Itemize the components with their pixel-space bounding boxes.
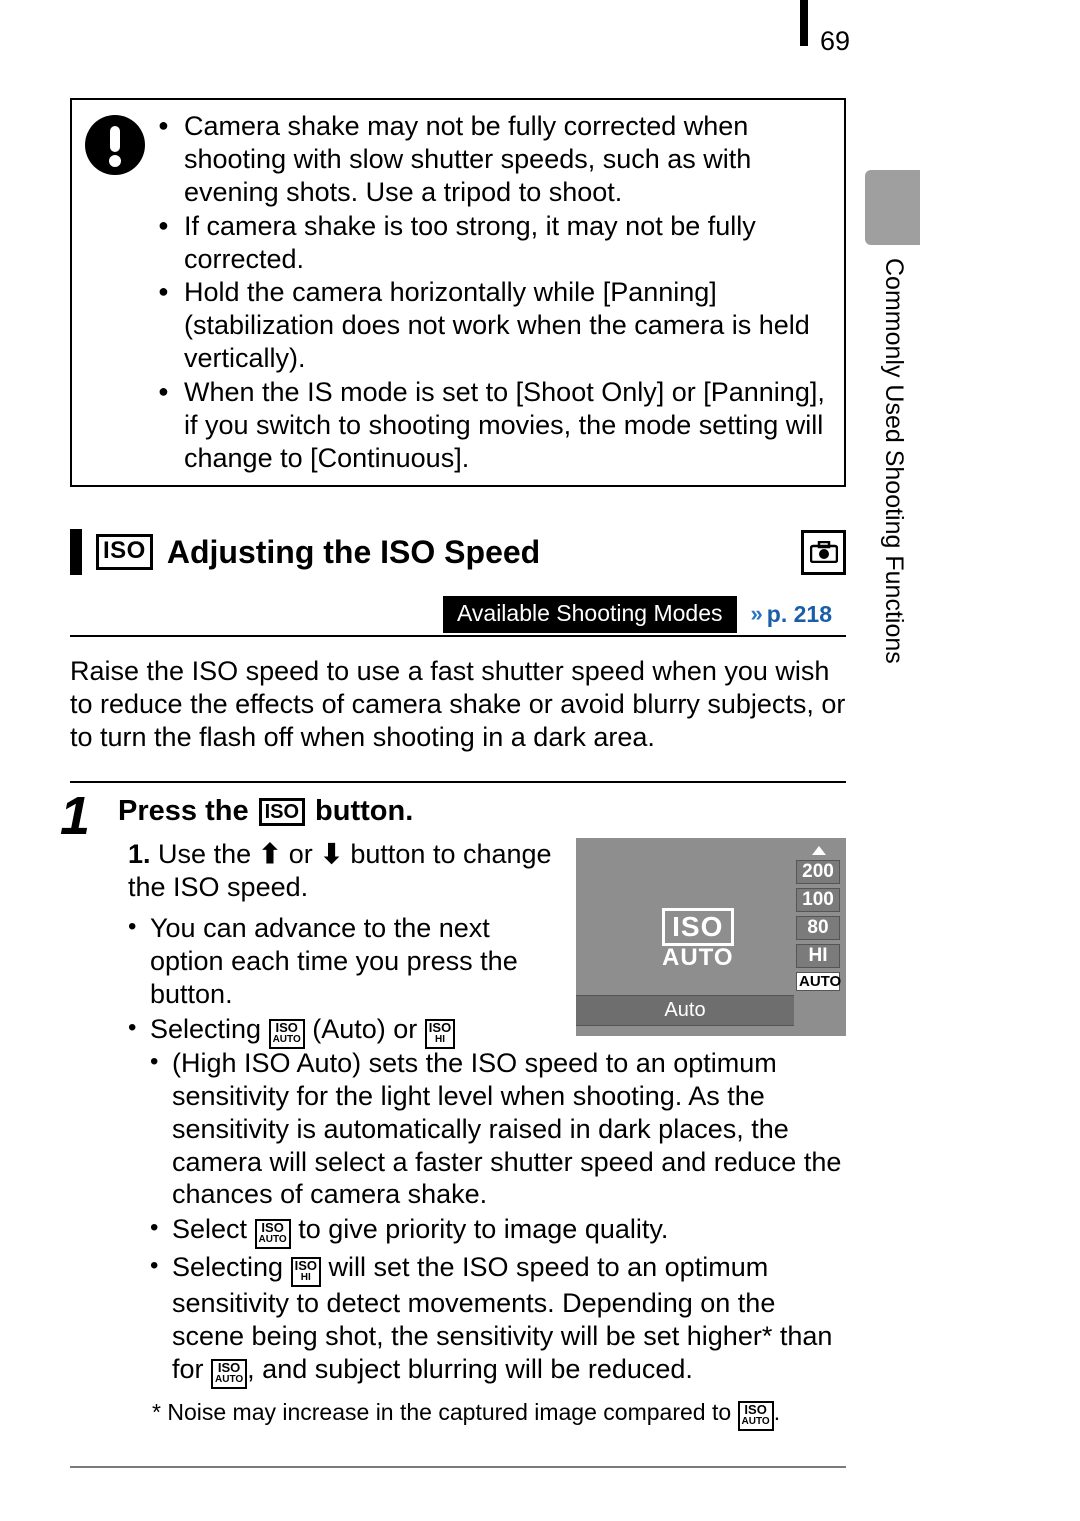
substep-text-pre: Use the	[158, 839, 259, 869]
step-number: 1	[60, 785, 90, 847]
chapter-side-tab	[865, 170, 920, 245]
text: Selecting	[172, 1252, 291, 1282]
available-modes-pageref[interactable]: » p. 218	[737, 601, 846, 628]
iso-hi-icon: ISOHI	[425, 1019, 455, 1049]
step-body: 1. Use the ⬆ or ⬇ button to change the I…	[118, 838, 846, 1049]
substep-bullets-top: You can advance to the next option each …	[128, 912, 554, 1049]
chapter-side-label: Commonly Used Shooting Functions	[879, 258, 908, 664]
screen-option: HI	[796, 944, 840, 968]
section-title-text: Adjusting the ISO Speed	[167, 534, 540, 571]
section-intro: Raise the ISO speed to use a fast shutte…	[70, 655, 846, 754]
down-arrow-icon: ⬇	[320, 839, 343, 869]
screen-option: 200	[796, 860, 840, 884]
step-title-post: button.	[315, 795, 413, 828]
screen-option: 80	[796, 916, 840, 940]
available-modes-bar: Available Shooting Modes » p. 218	[70, 593, 846, 637]
iso-button-icon: ISO	[259, 798, 305, 826]
text: Select	[172, 1214, 255, 1244]
caution-box: Camera shake may not be fully corrected …	[70, 98, 846, 487]
iso-hi-icon: ISOHI	[291, 1257, 321, 1287]
substep-bullet-cont: (High ISO Auto) sets the ISO speed to an…	[150, 1047, 846, 1212]
caution-item: Hold the camera horizontally while [Pann…	[158, 276, 826, 376]
screen-option-stack: 200 100 80 HI AUTO	[796, 860, 840, 995]
screen-iso-text: ISO	[662, 908, 734, 946]
iso-auto-icon: ISOAUTO	[738, 1401, 774, 1431]
screen-option-selected: AUTO	[796, 972, 840, 991]
screen-option: 100	[796, 888, 840, 912]
caution-item: When the IS mode is set to [Shoot Only] …	[158, 376, 826, 476]
available-modes-label: Available Shooting Modes	[443, 596, 737, 633]
iso-auto-icon: ISOAUTO	[211, 1359, 247, 1389]
step-substep-1: 1. Use the ⬆ or ⬇ button to change the I…	[128, 838, 554, 904]
caution-list: Camera shake may not be fully corrected …	[158, 110, 826, 475]
substep-bullet: Selecting ISOAUTO (Auto) or ISOHI	[128, 1013, 554, 1049]
text: Selecting	[150, 1014, 269, 1044]
substep-bullet: Selecting ISOHI will set the ISO speed t…	[150, 1251, 846, 1389]
pageref-text: p. 218	[767, 601, 832, 628]
text: (Auto) or	[305, 1014, 425, 1044]
substep-bullet: You can advance to the next option each …	[128, 912, 554, 1011]
step-footnote: * Noise may increase in the captured ima…	[118, 1399, 846, 1431]
iso-auto-icon: ISOAUTO	[269, 1019, 305, 1049]
step-title: Press the ISO button.	[118, 795, 846, 828]
chevron-right-icon: »	[751, 601, 759, 627]
substep-text-mid: or	[281, 839, 320, 869]
text: (High ISO Auto) sets the ISO speed to an…	[172, 1048, 841, 1210]
screen-auto-text: AUTO	[662, 944, 734, 972]
iso-chip-icon: ISO	[96, 534, 153, 570]
page-header: 69	[0, 0, 1080, 80]
header-index-mark	[800, 0, 808, 46]
main-content: Camera shake may not be fully corrected …	[70, 98, 846, 1468]
substep-bullets-cont: (High ISO Auto) sets the ISO speed to an…	[118, 1047, 846, 1390]
text: , and subject blurring will be reduced.	[247, 1354, 693, 1384]
up-arrow-icon: ⬆	[259, 839, 282, 869]
scroll-up-arrow-icon	[812, 846, 826, 855]
step-1: 1 Press the ISO button. 1. Use the ⬆ or …	[70, 781, 846, 1468]
page-number: 69	[820, 26, 850, 57]
camera-mode-icon	[801, 530, 846, 575]
text: to give priority to image quality.	[291, 1214, 669, 1244]
step-title-pre: Press the	[118, 795, 249, 828]
footnote-pre: * Noise may increase in the captured ima…	[152, 1399, 738, 1425]
iso-auto-icon: ISOAUTO	[255, 1219, 291, 1249]
page: 69 Commonly Used Shooting Functions Came…	[0, 0, 1080, 1521]
caution-item: If camera shake is too strong, it may no…	[158, 210, 826, 276]
caution-icon	[84, 114, 146, 176]
caution-item: Camera shake may not be fully corrected …	[158, 110, 826, 210]
screen-center-label: ISO AUTO	[662, 908, 734, 972]
camera-screen-illustration: ISO AUTO 200 100 80 HI AUTO Auto	[576, 838, 846, 1036]
screen-mode-line: Auto	[576, 995, 794, 1026]
footnote-post: .	[774, 1399, 780, 1425]
step-text-column: 1. Use the ⬆ or ⬇ button to change the I…	[128, 838, 554, 1049]
section-heading: ISO Adjusting the ISO Speed	[70, 529, 846, 575]
substep-bullet: Select ISOAUTO to give priority to image…	[150, 1213, 846, 1249]
substep-number: 1.	[128, 839, 151, 869]
